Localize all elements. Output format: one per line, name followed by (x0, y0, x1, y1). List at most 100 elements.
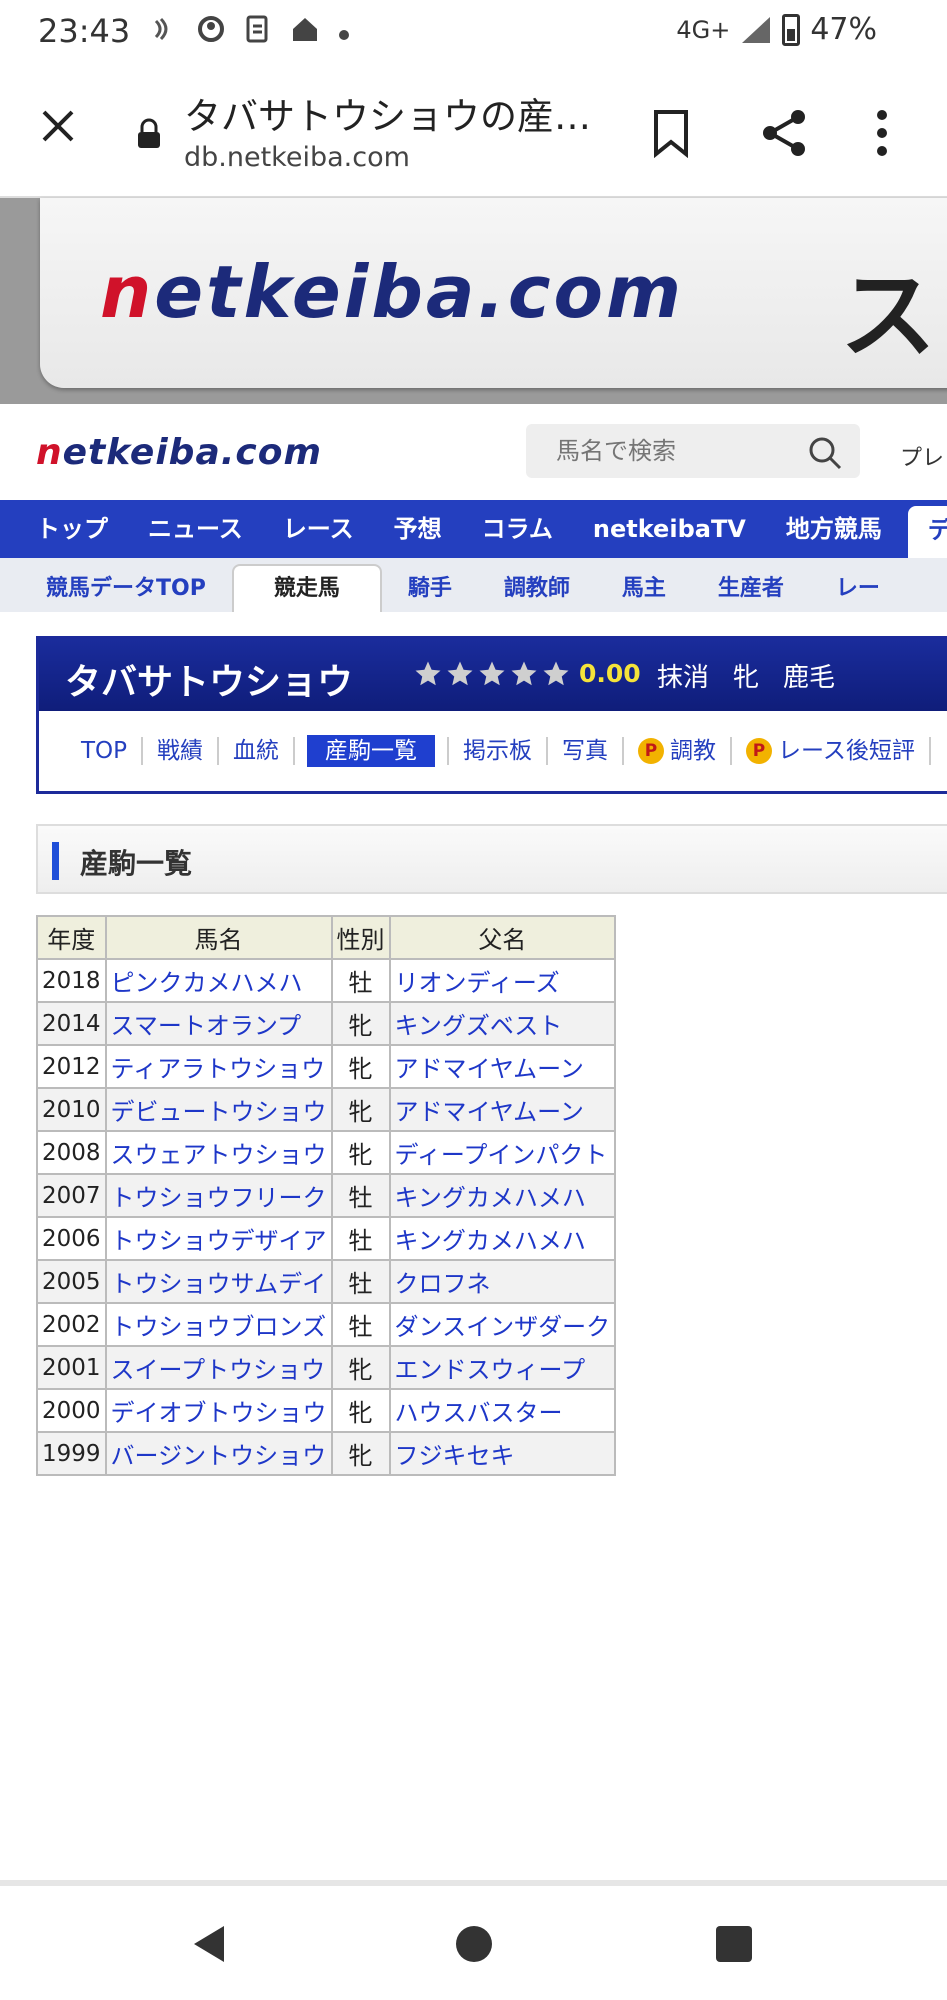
star-icon (415, 661, 441, 686)
tab-race-comments[interactable]: P レース後短評 (732, 737, 931, 765)
premium-badge-icon: P (746, 738, 773, 764)
horse-link[interactable]: スイープトウショウ (104, 1345, 333, 1390)
browser-page-title[interactable]: タバサトウショウの産… (184, 86, 591, 140)
nav-item-column[interactable]: コラム (462, 500, 573, 558)
site-header: netkeiba.com プレ (0, 404, 947, 500)
horse-link[interactable]: スマートオランプ (104, 1001, 333, 1046)
nav-item-prediction[interactable]: 予想 (374, 500, 462, 558)
signal-icon (740, 15, 772, 45)
table-row: 2005 トウショウサムデイ 牡 クロフネ (36, 1259, 617, 1304)
site-logo[interactable]: netkeiba.com (36, 432, 322, 473)
subnav-data-top[interactable]: 競馬データTOP (0, 566, 232, 612)
table-row: 2006 トウショウデザイア 牡 キングカメハメハ (36, 1216, 617, 1261)
subnav-jockeys[interactable]: 騎手 (382, 566, 478, 612)
account-sync-icon (196, 14, 226, 51)
cell-year: 2000 (36, 1388, 107, 1433)
sire-link[interactable]: クロフネ (388, 1259, 617, 1304)
tab-results[interactable]: 戦績 (143, 737, 220, 765)
banner-extra-text: ス (840, 260, 936, 372)
sire-link[interactable]: ハウスバスター (388, 1388, 617, 1433)
horse-link[interactable]: トウショウサムデイ (104, 1259, 333, 1304)
nav-item-race[interactable]: レース (263, 500, 374, 558)
nav-item-data[interactable]: デー (907, 506, 947, 558)
horse-link[interactable]: スウェアトウショウ (104, 1130, 333, 1175)
nav-item-netkeibatv[interactable]: netkeibaTV (573, 500, 766, 558)
cell-sex: 牝 (330, 1388, 391, 1433)
sire-link[interactable]: エンドスウィープ (388, 1345, 617, 1390)
sire-link[interactable]: キングズベスト (388, 1001, 617, 1046)
sire-link[interactable]: キングカメハメハ (388, 1173, 617, 1218)
header-horse-name: 馬名 (104, 915, 333, 960)
horse-link[interactable]: トウショウフリーク (104, 1173, 333, 1218)
cell-year: 2018 (36, 958, 107, 1003)
bookmark-icon[interactable] (650, 108, 692, 162)
subnav-owners[interactable]: 馬主 (596, 566, 692, 612)
sire-link[interactable]: フジキセキ (388, 1431, 617, 1476)
tab-photos[interactable]: 写真 (548, 737, 625, 765)
subnav-races[interactable]: レー (810, 566, 906, 612)
header-sex: 性別 (330, 915, 391, 960)
tab-offspring[interactable]: 産駒一覧 (307, 735, 436, 767)
section-heading: 産駒一覧 (36, 824, 947, 894)
horse-link[interactable]: トウショウブロンズ (104, 1302, 333, 1347)
tab-training[interactable]: P 調教 (624, 737, 733, 765)
table-row: 2010 デビュートウショウ 牝 アドマイヤムーン (36, 1087, 617, 1132)
home-icon (290, 15, 320, 50)
horse-link[interactable]: ティアラトウショウ (104, 1044, 333, 1089)
close-icon[interactable] (34, 106, 82, 154)
sire-link[interactable]: アドマイヤムーン (388, 1087, 617, 1132)
recent-apps-icon[interactable] (716, 1926, 752, 1962)
table-row: 2000 デイオブトウショウ 牝 ハウスバスター (36, 1388, 617, 1433)
lock-icon (136, 118, 162, 150)
sire-link[interactable]: リオンディーズ (388, 958, 617, 1003)
header-year: 年度 (36, 915, 107, 960)
tab-training-label: 調教 (670, 738, 717, 764)
premium-badge-icon: P (638, 738, 665, 764)
nav-item-top[interactable]: トップ (0, 500, 128, 558)
sire-link[interactable]: ディープインパクト (388, 1130, 617, 1175)
tab-top[interactable]: TOP (67, 737, 144, 765)
horse-link[interactable]: トウショウデザイア (104, 1216, 333, 1261)
banner-card: netkeiba.com ス (40, 198, 947, 388)
cell-year: 2002 (36, 1302, 107, 1347)
horse-link[interactable]: デイオブトウショウ (104, 1388, 333, 1433)
nfc-icon (150, 15, 178, 50)
share-icon[interactable] (760, 108, 808, 162)
table-row: 2007 トウショウフリーク 牡 キングカメハメハ (36, 1173, 617, 1218)
home-button-icon[interactable] (456, 1926, 492, 1962)
status-icons (150, 14, 350, 51)
premium-link[interactable]: プレ (900, 440, 944, 472)
sire-link[interactable]: ダンスインザダーク (388, 1302, 617, 1347)
horse-sex: 牝 (733, 663, 760, 693)
sire-link[interactable]: キングカメハメハ (388, 1216, 617, 1261)
ad-banner[interactable]: netkeiba.com ス (0, 198, 947, 404)
horse-name: タバサトウショウ (65, 662, 354, 703)
cell-sex: 牝 (330, 1345, 391, 1390)
subnav-trainers[interactable]: 調教師 (478, 566, 596, 612)
horse-link[interactable]: デビュートウショウ (104, 1087, 333, 1132)
star-icon (511, 661, 537, 686)
star-rating[interactable] (413, 659, 571, 689)
cell-sex: 牡 (330, 1216, 391, 1261)
rating-value: 0.00 (579, 659, 641, 688)
nav-item-news[interactable]: ニュース (128, 500, 263, 558)
sire-link[interactable]: アドマイヤムーン (388, 1044, 617, 1089)
status-right: 4G+ 47% (676, 12, 877, 47)
search-icon[interactable] (808, 436, 842, 474)
subnav-breeders[interactable]: 生産者 (692, 566, 810, 612)
tab-pedigree[interactable]: 血統 (219, 737, 296, 765)
horse-link[interactable]: バージントウショウ (104, 1431, 333, 1476)
cell-year: 2001 (36, 1345, 107, 1390)
browser-url[interactable]: db.netkeiba.com (184, 142, 410, 173)
star-icon (543, 661, 569, 686)
back-icon[interactable] (190, 1924, 230, 1968)
table-header-row: 年度 馬名 性別 父名 (36, 915, 617, 960)
nav-item-local-racing[interactable]: 地方競馬 (766, 500, 902, 558)
horse-link[interactable]: ピンクカメハメハ (104, 958, 333, 1003)
search-input[interactable] (526, 424, 796, 478)
more-vert-icon[interactable] (876, 108, 888, 162)
tab-board[interactable]: 掲示板 (447, 737, 549, 765)
tab-race-comments-label: レース後短評 (778, 738, 915, 764)
system-nav-bar (0, 1886, 947, 2000)
subnav-horses[interactable]: 競走馬 (231, 564, 382, 612)
